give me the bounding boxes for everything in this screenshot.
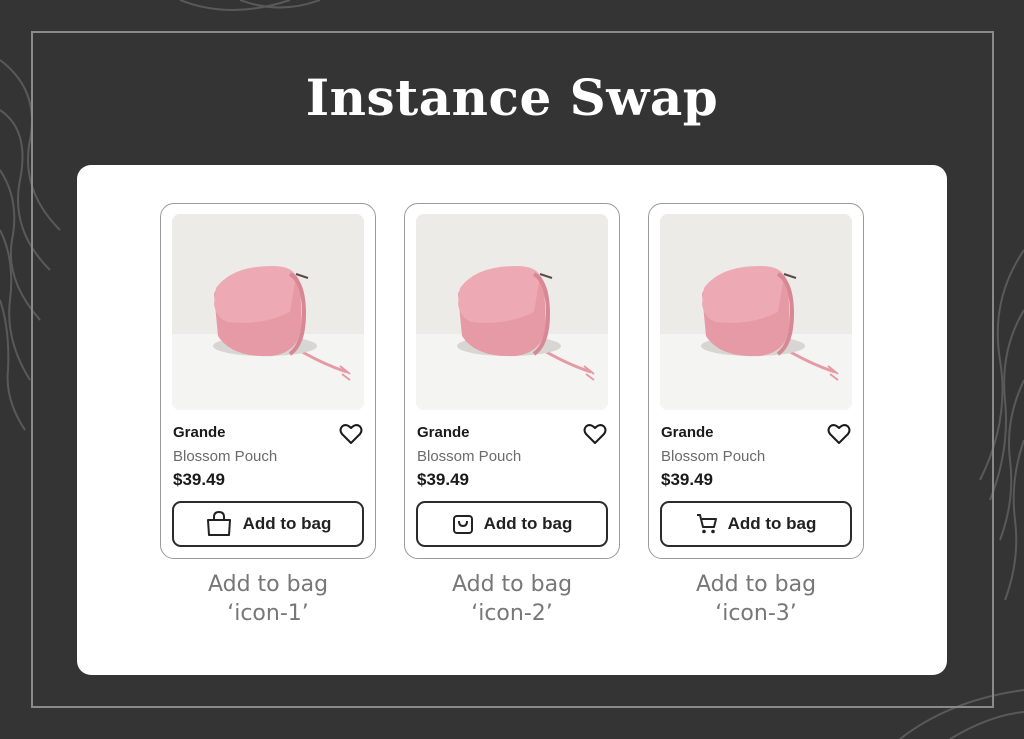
product-card[interactable]: Grande Blossom Pouch $39.49 Add to bag xyxy=(648,203,864,559)
shopping-cart-icon xyxy=(696,514,717,534)
product-card[interactable]: Grande Blossom Pouch $39.49 Add to bag xyxy=(404,203,620,559)
product-price: $39.49 xyxy=(417,470,469,489)
page-title: Instance Swap xyxy=(305,68,719,127)
heart-icon[interactable] xyxy=(339,423,363,445)
caption-line: Add to bag xyxy=(695,572,817,597)
product-price: $39.49 xyxy=(661,470,713,489)
product-name: Blossom Pouch xyxy=(661,448,766,465)
add-to-bag-button[interactable]: Add to bag xyxy=(660,501,852,547)
button-label: Add to bag xyxy=(483,514,573,533)
heart-icon[interactable] xyxy=(583,423,607,445)
shopping-bag-small-icon xyxy=(452,515,473,534)
caption-variant: ‘icon-2’ xyxy=(471,601,553,626)
heart-icon[interactable] xyxy=(827,423,851,445)
product-name: Blossom Pouch xyxy=(417,448,522,465)
variant-caption: Add to bag ‘icon-2’ xyxy=(404,570,620,628)
caption-line: Add to bag xyxy=(207,572,329,597)
product-image xyxy=(172,214,364,410)
add-to-bag-button[interactable]: Add to bag xyxy=(416,501,608,547)
brand-name: Grande xyxy=(661,424,714,441)
caption-line: Add to bag xyxy=(451,572,573,597)
shopping-bag-icon xyxy=(206,511,231,536)
brand-name: Grande xyxy=(417,424,470,441)
caption-variant: ‘icon-1’ xyxy=(227,601,309,626)
variant-caption: Add to bag ‘icon-3’ xyxy=(648,570,864,628)
add-to-bag-button[interactable]: Add to bag xyxy=(172,501,364,547)
button-label: Add to bag xyxy=(727,514,817,533)
button-label: Add to bag xyxy=(242,514,332,533)
content-panel: Grande Blossom Pouch $39.49 Add to bag G… xyxy=(77,165,947,675)
product-price: $39.49 xyxy=(173,470,225,489)
product-image xyxy=(660,214,852,410)
product-card[interactable]: Grande Blossom Pouch $39.49 Add to bag xyxy=(160,203,376,559)
brand-name: Grande xyxy=(173,424,226,441)
variant-caption: Add to bag ‘icon-1’ xyxy=(160,570,376,628)
product-image xyxy=(416,214,608,410)
product-name: Blossom Pouch xyxy=(173,448,278,465)
caption-variant: ‘icon-3’ xyxy=(715,601,797,626)
